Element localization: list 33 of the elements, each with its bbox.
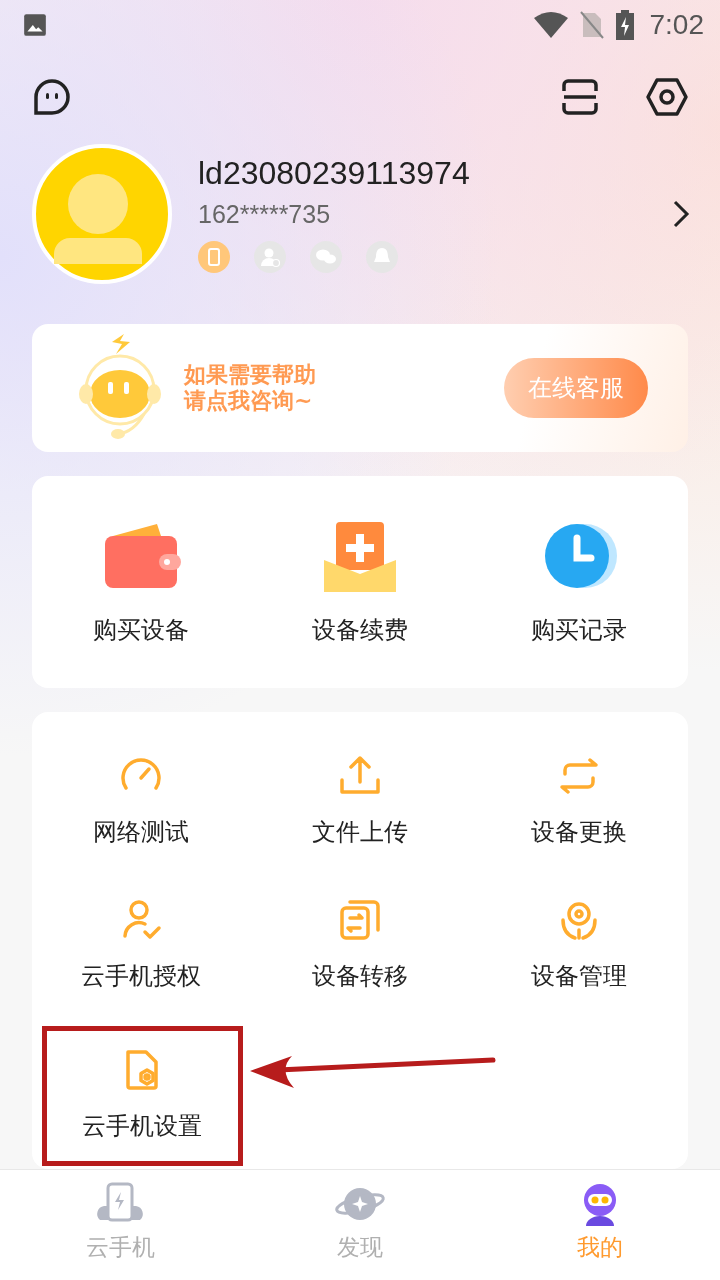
person-icon[interactable] xyxy=(254,241,286,273)
menu-label: 设备管理 xyxy=(530,961,627,992)
nav-tab[interactable]: 发现 xyxy=(240,1170,480,1280)
menu-label: 购买设备 xyxy=(93,615,190,646)
phone-number: 162*****735 xyxy=(198,200,332,229)
menu-label: 文件上传 xyxy=(312,817,408,848)
battery-icon xyxy=(615,10,634,40)
chat-bubble-icon[interactable] xyxy=(32,77,72,117)
user-id: ld23080239113974 xyxy=(198,155,471,192)
nav-tab[interactable]: 云手机 xyxy=(0,1170,240,1280)
menu-label: 云手机设置 xyxy=(82,1111,203,1142)
menu-label: 设备续费 xyxy=(312,615,408,646)
menu-label: 网络测试 xyxy=(93,817,190,848)
avatar[interactable] xyxy=(32,144,172,284)
help-banner[interactable]: 如果需要帮助 请点我咨询~ 在线客服 xyxy=(32,324,688,452)
menu-label: 设备更换 xyxy=(530,817,627,848)
status-time: 7:02 xyxy=(649,9,704,41)
menu-label: 云手机授权 xyxy=(81,961,202,992)
scan-icon[interactable] xyxy=(560,77,600,117)
chat-icon[interactable] xyxy=(310,241,342,273)
help-text: 请点我咨询~ xyxy=(184,388,314,415)
menu-label: 设备转移 xyxy=(312,961,408,992)
phone-icon[interactable] xyxy=(198,241,230,273)
settings-icon[interactable] xyxy=(646,77,688,117)
online-service-button[interactable]: 在线客服 xyxy=(504,358,648,418)
menu-label: 购买记录 xyxy=(530,615,627,646)
gallery-icon xyxy=(22,12,48,38)
nav-tab[interactable]: 我的 xyxy=(480,1170,720,1280)
no-sim-icon xyxy=(579,11,604,39)
help-text: 如果需要帮助 xyxy=(184,361,316,388)
penguin-icon[interactable] xyxy=(366,241,398,273)
wifi-icon xyxy=(533,12,568,38)
chevron-right-icon[interactable] xyxy=(672,199,690,229)
